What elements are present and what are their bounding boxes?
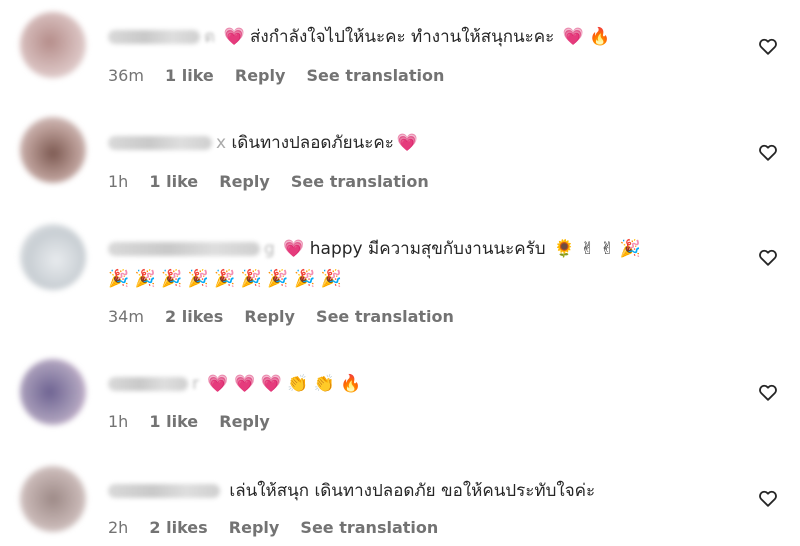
likes-count[interactable]: 1 like [165,66,214,85]
heart-outline-icon[interactable] [757,487,779,509]
username-tail: x [216,133,227,153]
comment-text: ส่งกำลังใจไปให้นะคะ ทำงานให้สนุกนะคะ [250,27,555,47]
likes-count[interactable]: 1 like [149,172,198,191]
heart-outline-icon[interactable] [757,141,779,163]
username-tail: g [264,239,275,259]
avatar[interactable] [20,224,86,290]
see-translation-link[interactable]: See translation [291,172,429,191]
avatar[interactable] [20,466,86,532]
reply-button[interactable]: Reply [219,412,270,431]
comment-text-line: r 💗 💗 💗 👏 👏 🔥 [108,371,361,397]
comment-text-line: g 💗 happy มีความสุขกับงานนะครับ 🌻 ✌ ✌ 🎉 [108,236,641,262]
username-tail: r [192,374,199,394]
see-translation-link[interactable]: See translation [300,518,438,537]
comment-time: 1h [108,172,129,191]
username-blurred[interactable] [108,484,220,498]
heart-outline-icon[interactable] [757,381,779,403]
comment-text: เดินทางปลอดภัยนะคะ [231,133,394,153]
emoji-after: 💗 💗 💗 👏 👏 🔥 [207,374,362,394]
comment-meta: 36m 1 like Reply See translation [108,66,460,85]
avatar[interactable] [20,12,86,78]
heart-outline-icon[interactable] [757,246,779,268]
username-tail: ต [204,27,216,47]
comment-time: 2h [108,518,129,537]
emoji-after: 💗 [396,133,419,153]
username-blurred[interactable] [108,136,212,150]
username-blurred[interactable] [108,30,200,44]
username-blurred[interactable] [108,242,260,256]
reply-button[interactable]: Reply [244,307,295,326]
comment-meta: 1h 1 like Reply See translation [108,172,445,191]
comment-text-line: ต 💗 ส่งกำลังใจไปให้นะคะ ทำงานให้สนุกนะคะ… [108,24,610,50]
comment-text-line: x เดินทางปลอดภัยนะคะ 💗 [108,130,418,156]
emoji-before: 💗 [283,239,305,259]
avatar[interactable] [20,359,86,425]
likes-count[interactable]: 2 likes [149,518,207,537]
comment-text-line-2: 🎉 🎉 🎉 🎉 🎉 🎉 🎉 🎉 🎉 [108,266,342,292]
comment-time: 36m [108,66,144,85]
comment-meta: 34m 2 likes Reply See translation [108,307,470,326]
see-translation-link[interactable]: See translation [316,307,454,326]
comment-time: 34m [108,307,144,326]
emoji-before: 💗 [223,27,245,47]
comment-meta: 2h 2 likes Reply See translation [108,518,454,537]
likes-count[interactable]: 1 like [149,412,198,431]
reply-button[interactable]: Reply [235,66,286,85]
comment-time: 1h [108,412,129,431]
comment-text: happy มีความสุขกับงานนะครับ [309,239,546,259]
avatar[interactable] [20,117,86,183]
comment-text-line: เล่นให้สนุก เดินทางปลอดภัย ขอให้คนประทับ… [108,478,595,504]
comment-text: เล่นให้สนุก เดินทางปลอดภัย ขอให้คนประทับ… [229,481,596,501]
comment-meta: 1h 1 like Reply [108,412,286,431]
likes-count[interactable]: 2 likes [165,307,223,326]
username-blurred[interactable] [108,377,188,391]
emoji-row: 🎉 🎉 🎉 🎉 🎉 🎉 🎉 🎉 🎉 [108,269,342,289]
see-translation-link[interactable]: See translation [307,66,445,85]
heart-outline-icon[interactable] [757,35,779,57]
emoji-after: 💗 🔥 [562,27,611,47]
reply-button[interactable]: Reply [229,518,280,537]
reply-button[interactable]: Reply [219,172,270,191]
emoji-after: 🌻 ✌ ✌ 🎉 [553,239,641,259]
